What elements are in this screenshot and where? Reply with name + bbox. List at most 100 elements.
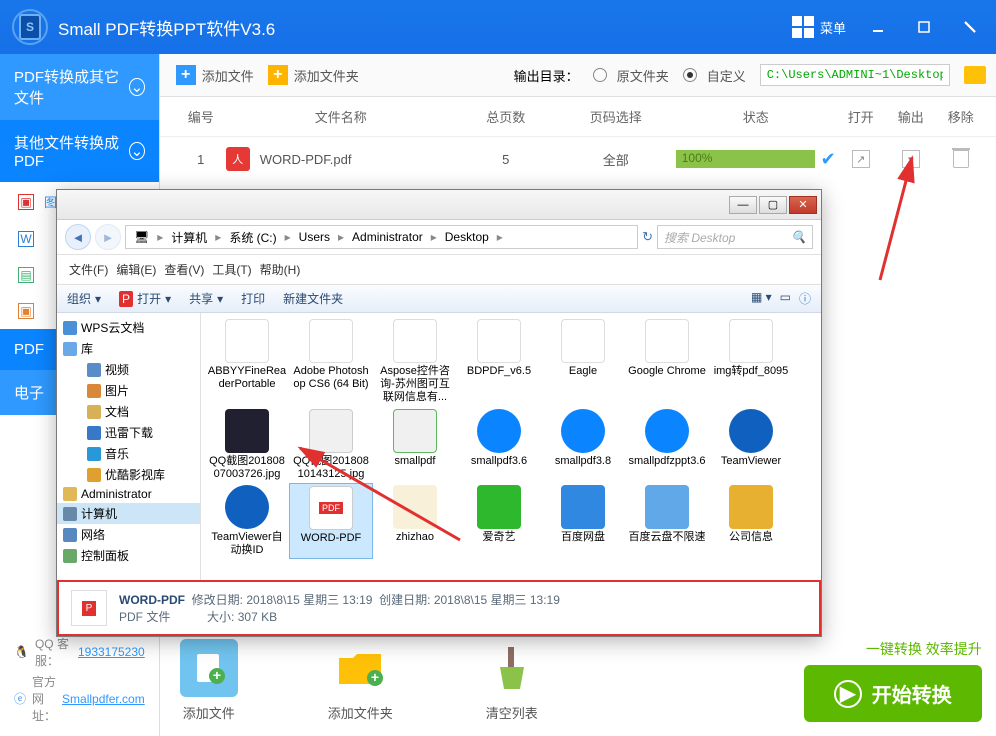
file-item[interactable]: img转pdf_8095 (709, 317, 793, 407)
chevron-down-icon: ⌄ (129, 142, 145, 160)
tree-item[interactable]: 文档 (57, 401, 200, 422)
tree-item[interactable]: 迅雷下载 (57, 422, 200, 443)
new-folder-button[interactable]: 新建文件夹 (283, 290, 343, 307)
preview-button[interactable]: ▭ (780, 290, 791, 307)
file-item[interactable]: Adobe Photoshop CS6 (64 Bit) (289, 317, 373, 407)
menu-view[interactable]: 查看(V) (162, 259, 206, 280)
qq-support: 🐧 QQ 客服： 1933175230 (14, 635, 145, 669)
view-button[interactable]: ▦ ▾ (751, 290, 772, 307)
excel-icon: ▤ (18, 267, 34, 283)
radio-custom-folder[interactable]: 自定义 (683, 66, 746, 85)
image-icon: ▣ (18, 194, 34, 210)
pdf-icon: 人 (226, 147, 250, 171)
tree-item[interactable]: 视频 (57, 359, 200, 380)
search-input[interactable]: 搜索 Desktop 🔍 (657, 225, 813, 249)
radio-original-folder[interactable]: 原文件夹 (593, 66, 669, 85)
dialog-menubar: 文件(F) 编辑(E) 查看(V) 工具(T) 帮助(H) (57, 255, 821, 285)
dialog-close-button[interactable]: ✕ (789, 196, 817, 214)
col-output: 输出 (886, 107, 936, 126)
file-item[interactable]: TeamViewer (709, 407, 793, 483)
output-button[interactable]: ▾ (902, 150, 920, 168)
back-button[interactable]: ◄ (65, 224, 91, 250)
col-filename: 文件名称 (226, 107, 456, 126)
progress-bar: 100% (676, 150, 815, 168)
file-item[interactable]: QQ截图20180810143125.jpg (289, 407, 373, 483)
file-item[interactable]: 百度网盘 (541, 483, 625, 559)
col-range: 页码选择 (556, 107, 676, 126)
sidebar-group-pdf-to-other[interactable]: PDF转换成其它文件 ⌄ (0, 54, 159, 120)
tree-item[interactable]: Administrator (57, 485, 200, 503)
file-item[interactable]: QQ截图20180807003726.jpg (205, 407, 289, 483)
grid-icon (792, 16, 814, 38)
pdf-icon: P (71, 590, 107, 626)
chevron-down-icon: ⌄ (129, 78, 145, 96)
minimize-button[interactable] (864, 13, 892, 41)
menu-file[interactable]: 文件(F) (67, 259, 110, 280)
file-item[interactable]: PDFWORD-PDF (289, 483, 373, 559)
remove-button[interactable] (953, 150, 969, 168)
file-item[interactable]: 爱奇艺 (457, 483, 541, 559)
file-item[interactable]: smallpdf (373, 407, 457, 483)
table-row: 1 人 WORD-PDF.pdf 5 全部 100% ✔ ↗ ▾ (160, 137, 996, 181)
tree-item[interactable]: 图片 (57, 380, 200, 401)
add-folder-button[interactable]: + 添加文件夹 (268, 65, 359, 85)
dialog-minimize-button[interactable]: — (729, 196, 757, 214)
file-item[interactable]: zhizhao (373, 483, 457, 559)
maximize-button[interactable] (910, 13, 938, 41)
file-item[interactable]: BDPDF_v6.5 (457, 317, 541, 407)
close-button[interactable] (956, 13, 984, 41)
open-button[interactable]: P 打开 ▾ (119, 290, 171, 307)
sidebar-group-other-to-pdf[interactable]: 其他文件转换成PDF ⌄ (0, 120, 159, 182)
help-button[interactable]: ⓘ (799, 290, 811, 307)
browse-folder-button[interactable] (964, 66, 986, 84)
svg-text:+: + (213, 667, 221, 683)
tree-item[interactable]: 网络 (57, 524, 200, 545)
qq-icon: 🐧 (14, 645, 29, 659)
file-name: WORD-PDF.pdf (260, 152, 352, 167)
file-item[interactable]: TeamViewer自动换ID (205, 483, 289, 559)
tree-item[interactable]: 音乐 (57, 443, 200, 464)
refresh-button[interactable]: ↻ (642, 229, 653, 245)
file-item[interactable]: smallpdf3.6 (457, 407, 541, 483)
qq-link[interactable]: 1933175230 (78, 645, 145, 659)
output-path-input[interactable] (760, 64, 950, 86)
file-item[interactable]: ABBYYFineReaderPortable (205, 317, 289, 407)
organize-button[interactable]: 组织 ▾ (67, 290, 101, 307)
play-icon: ▶ (834, 680, 862, 708)
add-folder-big-button[interactable]: + 添加文件夹 (328, 639, 393, 722)
tree-item[interactable]: 计算机 (57, 503, 200, 524)
plus-icon: + (176, 65, 196, 85)
menu-tools[interactable]: 工具(T) (210, 259, 253, 280)
col-remove: 移除 (936, 107, 986, 126)
breadcrumb[interactable]: 🖥▸ 计算机▸ 系统 (C:)▸ Users▸ Administrator▸ D… (125, 225, 638, 249)
tree-item[interactable]: 控制面板 (57, 545, 200, 566)
tree-item[interactable]: 优酷影视库 (57, 464, 200, 485)
menu-help[interactable]: 帮助(H) (258, 259, 303, 280)
add-file-big-button[interactable]: + 添加文件 (180, 639, 238, 722)
menu-button[interactable]: 菜单 (792, 16, 846, 38)
col-number: 编号 (176, 107, 226, 126)
dialog-maximize-button[interactable]: ▢ (759, 196, 787, 214)
start-convert-button[interactable]: ▶ 开始转换 (804, 665, 982, 722)
site-link[interactable]: Smallpdfer.com (62, 692, 145, 706)
file-item[interactable]: Eagle (541, 317, 625, 407)
file-item[interactable]: Aspose控件咨询-苏州图可互联网信息有... (373, 317, 457, 407)
tagline: 一键转换 效率提升 (804, 639, 982, 659)
file-item[interactable]: 公司信息 (709, 483, 793, 559)
forward-button[interactable]: ► (95, 224, 121, 250)
open-button[interactable]: ↗ (852, 150, 870, 168)
file-item[interactable]: smallpdf3.8 (541, 407, 625, 483)
file-item[interactable]: Google Chrome (625, 317, 709, 407)
file-item[interactable]: 百度云盘不限速 (625, 483, 709, 559)
file-item[interactable]: smallpdfzppt3.6 (625, 407, 709, 483)
tree-item[interactable]: WPS云文档 (57, 317, 200, 338)
add-file-button[interactable]: + 添加文件 (176, 65, 254, 85)
print-button[interactable]: 打印 (241, 290, 265, 307)
output-dir-label: 输出目录： (514, 66, 579, 85)
app-logo-icon: S (12, 9, 48, 45)
share-button[interactable]: 共享 ▾ (189, 290, 223, 307)
menu-edit[interactable]: 编辑(E) (114, 259, 158, 280)
tree-item[interactable]: 库 (57, 338, 200, 359)
clear-list-button[interactable]: 清空列表 (483, 639, 541, 722)
col-status: 状态 (676, 107, 836, 126)
